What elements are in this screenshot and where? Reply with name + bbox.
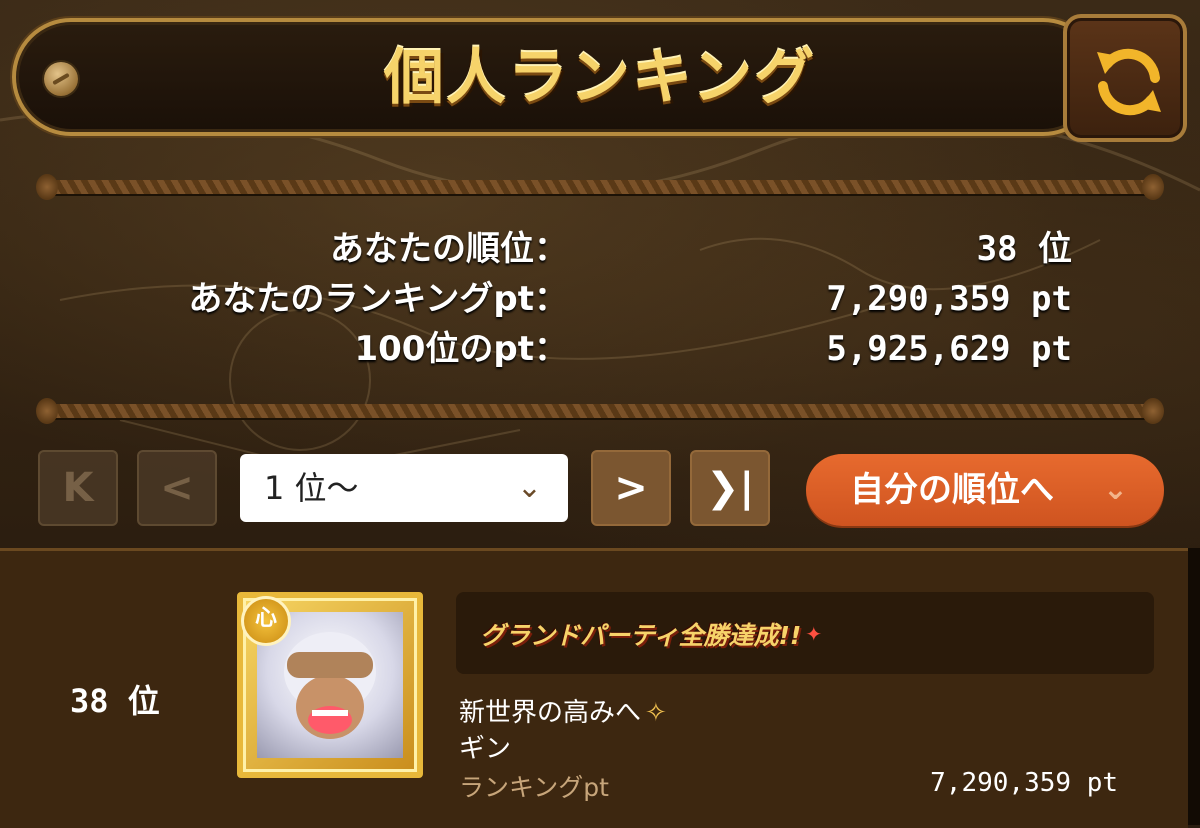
next-page-icon: >	[614, 465, 648, 511]
entry-rank: 38 位	[70, 682, 160, 720]
achievement-badge: グランドパーティ全勝達成!! ✦	[476, 614, 822, 654]
attribute-badge: 心	[241, 596, 291, 646]
refresh-icon	[1097, 48, 1161, 116]
my-points-value: 7,290,359 pt	[826, 279, 1072, 319]
chevron-down-icon: ⌄	[516, 470, 542, 505]
rope-divider-bottom	[36, 398, 1164, 424]
prev-page-button[interactable]: <	[137, 450, 217, 526]
rivet-icon	[44, 62, 78, 96]
jump-to-my-rank-label: 自分の順位へ	[850, 470, 1054, 510]
rank100-points-label: 100位のpt：	[354, 329, 568, 369]
points-value: 7,290,359 pt	[930, 768, 1118, 798]
first-page-icon: K	[62, 465, 94, 511]
last-page-button[interactable]: ❯|	[690, 450, 770, 526]
first-page-button[interactable]: K	[38, 450, 118, 526]
achievement-plate: グランドパーティ全勝達成!! ✦	[456, 592, 1154, 674]
rank-range-value: 1 位〜	[264, 469, 359, 507]
panel-edge	[1188, 548, 1200, 825]
player-avatar[interactable]: 心	[237, 592, 423, 778]
sparkle-icon: ✧	[645, 698, 667, 728]
page-title: 個人ランキング	[383, 43, 817, 113]
player-title: 新世界の高みへ	[459, 698, 642, 728]
sparkle-icon: ✦	[805, 622, 823, 646]
player-title-line: 新世界の高みへ ✧	[459, 692, 667, 729]
jump-to-my-rank-button[interactable]: 自分の順位へ ⌄	[806, 454, 1164, 526]
my-rank-value: 38 位	[976, 229, 1072, 269]
player-name: ギン	[459, 734, 512, 764]
rope-divider-top	[36, 174, 1164, 200]
rank100-points-value: 5,925,629 pt	[826, 329, 1072, 369]
my-rank-label: あなたの順位：	[330, 229, 568, 269]
points-label: ランキングpt	[459, 773, 609, 802]
prev-page-icon: <	[160, 465, 194, 511]
refresh-button[interactable]	[1063, 14, 1187, 142]
next-page-button[interactable]: >	[591, 450, 671, 526]
my-points-label: あなたのランキングpt：	[188, 279, 568, 319]
rank-range-select[interactable]: 1 位〜 ⌄	[240, 454, 568, 522]
last-page-icon: ❯|	[705, 465, 755, 511]
chevron-down-icon: ⌄	[1102, 472, 1128, 507]
achievement-text: グランドパーティ全勝達成!!	[480, 621, 802, 650]
